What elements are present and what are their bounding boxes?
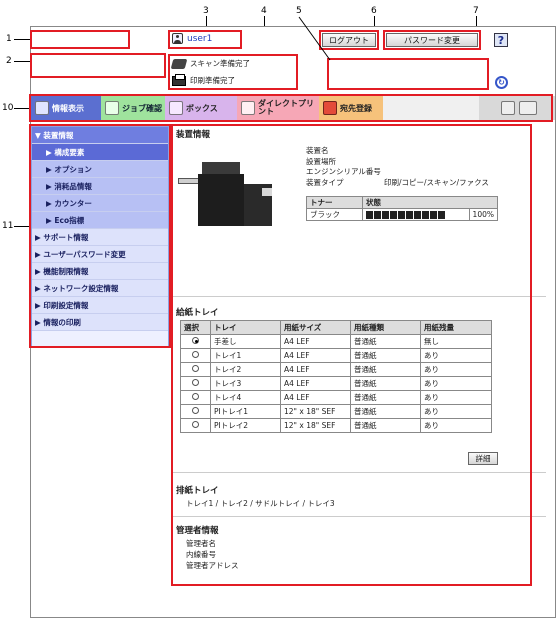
callout-7: 7 (473, 6, 479, 16)
highlight-7 (383, 30, 481, 50)
callout-5: 5 (296, 6, 302, 16)
highlight-10 (29, 94, 553, 122)
callout-1-line (14, 39, 30, 40)
callout-11: 11 (2, 221, 14, 231)
callout-6: 6 (371, 6, 377, 16)
highlight-11 (29, 124, 171, 348)
refresh-icon[interactable]: ↻ (495, 76, 508, 89)
highlight-6 (319, 30, 379, 50)
highlight-1 (30, 30, 130, 49)
callout-1: 1 (6, 34, 12, 44)
callout-11-line (14, 226, 30, 227)
highlight-2 (30, 53, 166, 78)
highlight-3 (168, 30, 242, 49)
callout-2-line (14, 61, 30, 62)
highlight-5 (327, 58, 489, 90)
help-button[interactable]: ? (494, 33, 508, 47)
callout-2: 2 (6, 56, 12, 66)
callout-3: 3 (203, 6, 209, 16)
highlight-4 (168, 54, 298, 90)
callout-4: 4 (261, 6, 267, 16)
highlight-12 (171, 124, 532, 586)
callout-10-line (14, 108, 30, 109)
callout-10: 10 (2, 103, 14, 113)
